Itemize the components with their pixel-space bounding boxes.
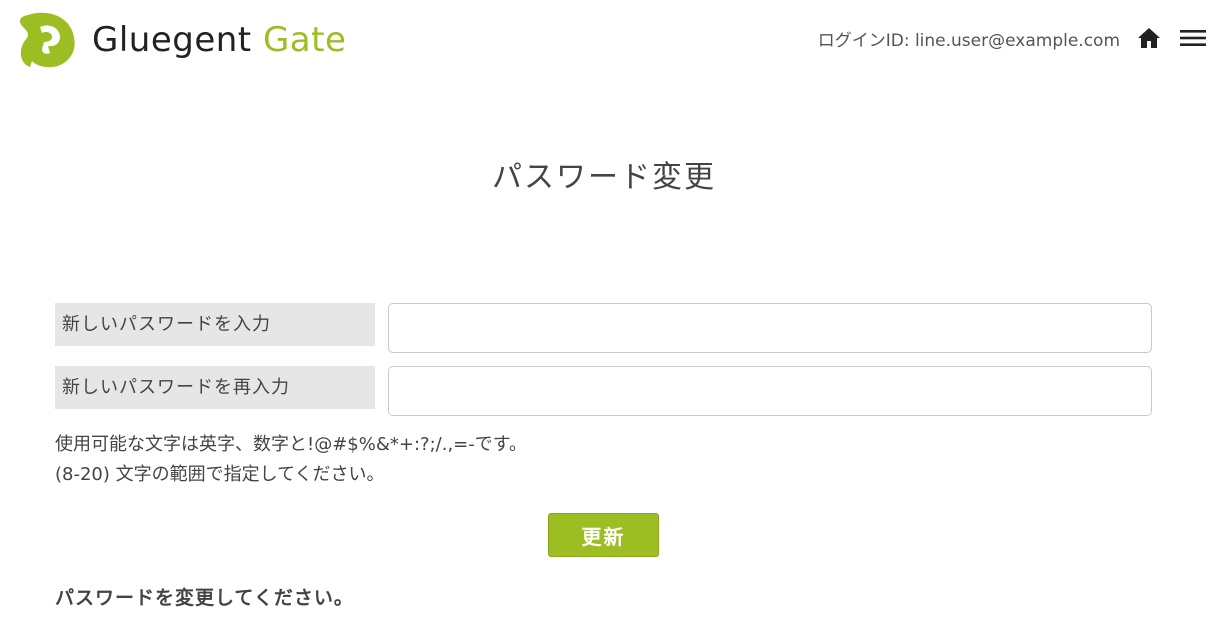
logo-word-gate: Gate xyxy=(262,20,347,60)
page-title: パスワード変更 xyxy=(492,160,716,195)
hamburger-menu-icon xyxy=(1180,30,1206,46)
gluegent-logo-icon xyxy=(20,12,75,68)
home-icon xyxy=(1138,28,1160,48)
update-button[interactable]: 更新 xyxy=(548,513,659,557)
logo-word-gluegent: Gluegent xyxy=(92,20,252,60)
confirm-password-row: 新しいパスワードを再入力 xyxy=(55,366,1152,416)
new-password-input[interactable] xyxy=(388,303,1152,353)
status-message: パスワードを変更してください。 xyxy=(55,587,354,609)
logo-text: Gluegent Gate xyxy=(92,23,346,57)
logo[interactable]: Gluegent Gate xyxy=(18,11,346,69)
password-hint: 使用可能な文字は英字、数字と!@#$%&*+:?;/.,=-です。 (8-20)… xyxy=(55,430,527,490)
header-right: ログインID: line.user@example.com xyxy=(818,22,1206,54)
confirm-password-input[interactable] xyxy=(388,366,1152,416)
menu-button[interactable] xyxy=(1180,27,1206,49)
login-id: ログインID: line.user@example.com xyxy=(817,30,1120,51)
password-hint-line2: (8-20) 文字の範囲で指定してください。 xyxy=(55,464,385,485)
page: Gluegent Gate ログインID: line.user@example.… xyxy=(0,0,1218,639)
confirm-password-label: 新しいパスワードを再入力 xyxy=(55,366,375,409)
password-hint-line1: 使用可能な文字は英字、数字と!@#$%&*+:?;/.,=-です。 xyxy=(55,434,527,455)
home-button[interactable] xyxy=(1136,25,1162,51)
new-password-row: 新しいパスワードを入力 xyxy=(55,303,1152,353)
new-password-label: 新しいパスワードを入力 xyxy=(55,303,375,346)
